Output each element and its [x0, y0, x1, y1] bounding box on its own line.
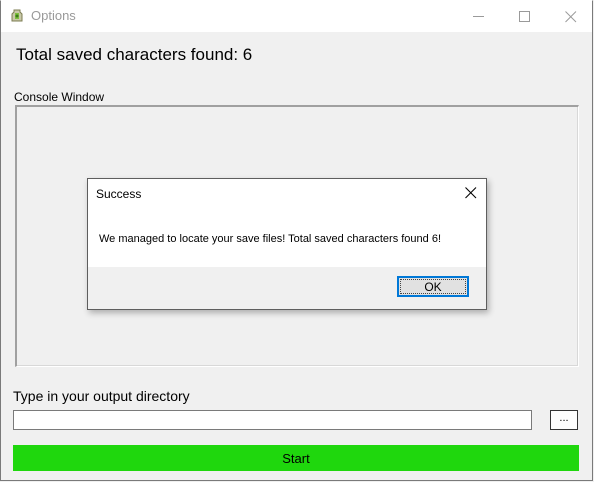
options-window: Options Total saved characters found: 6 …	[0, 0, 593, 481]
dialog-message: We managed to locate your save files! To…	[99, 233, 442, 245]
start-button[interactable]: Start	[13, 445, 579, 471]
output-directory-label: Type in your output directory	[13, 388, 190, 404]
success-dialog: Success We managed to locate your save f…	[87, 178, 487, 310]
dialog-footer: OK	[88, 267, 486, 309]
close-icon	[465, 187, 477, 199]
close-button[interactable]	[548, 1, 592, 32]
ok-button-label: OK	[424, 279, 442, 294]
ok-button[interactable]: OK	[397, 276, 469, 297]
maximize-icon	[519, 11, 530, 22]
maximize-button[interactable]	[502, 1, 548, 32]
minimize-icon	[473, 16, 484, 17]
output-directory-input[interactable]	[13, 410, 532, 430]
minimize-button[interactable]	[456, 1, 502, 32]
dialog-title: Success	[96, 187, 142, 201]
title-bar[interactable]: Options	[1, 1, 592, 32]
window-title: Options	[31, 8, 76, 23]
app-icon	[11, 9, 23, 23]
console-label: Console Window	[14, 90, 105, 104]
browse-button[interactable]: ...	[550, 410, 578, 430]
close-icon	[565, 11, 577, 23]
dialog-close-button[interactable]	[456, 179, 486, 207]
characters-found-heading: Total saved characters found: 6	[16, 45, 253, 64]
